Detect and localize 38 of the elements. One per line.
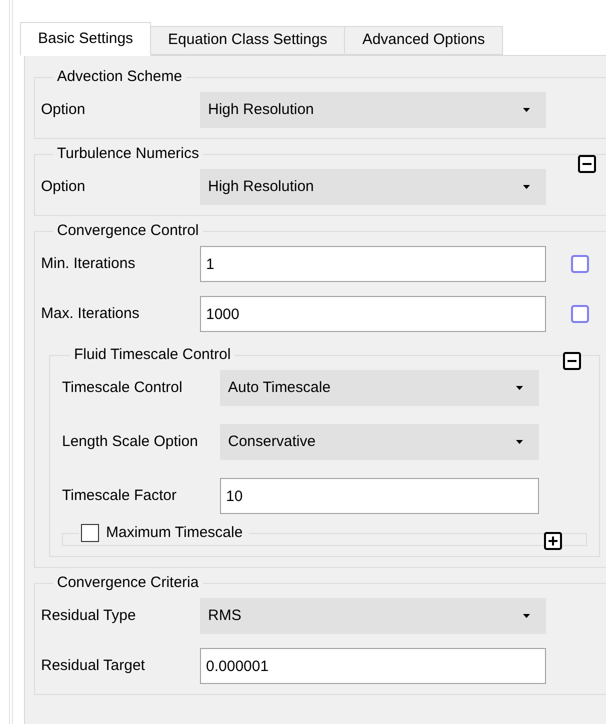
dropdown[interactable]: High Resolution	[200, 169, 546, 205]
tab[interactable]: Advanced Options	[344, 26, 503, 55]
tab[interactable]: Equation Class Settings	[150, 26, 346, 55]
group-title: Advection Scheme	[56, 68, 184, 86]
dropdown[interactable]: Conservative	[220, 424, 539, 460]
field-label: Option	[41, 178, 86, 196]
caret-icon	[523, 185, 530, 189]
collapse-icon[interactable]	[563, 352, 581, 370]
tab[interactable]: Basic Settings	[20, 22, 152, 56]
caret-icon	[516, 440, 523, 444]
checkbox[interactable]	[571, 255, 589, 273]
caret-icon	[523, 108, 530, 112]
collapse-icon[interactable]	[578, 155, 596, 173]
field-label: Residual Target	[41, 657, 146, 675]
group-title: Fluid Timescale Control	[73, 346, 232, 364]
dropdown[interactable]: Auto Timescale	[220, 370, 539, 406]
dropdown[interactable]: RMS	[200, 598, 546, 634]
input-field[interactable]: 1	[200, 246, 546, 282]
checkbox[interactable]	[571, 305, 589, 323]
field-label: Max. Iterations	[41, 305, 140, 323]
field-label: Timescale Factor	[62, 487, 178, 505]
group-title: Convergence Control	[56, 222, 200, 240]
caret-icon	[523, 614, 530, 618]
checkbox[interactable]	[81, 524, 99, 542]
input-field[interactable]: 0.000001	[200, 648, 546, 684]
field-label: Timescale Control	[62, 379, 184, 397]
field-label: Option	[41, 101, 86, 119]
caret-icon	[516, 386, 523, 390]
input-field[interactable]: 1000	[200, 296, 546, 332]
field-label: Min. Iterations	[41, 255, 136, 273]
input-field[interactable]: 10	[220, 478, 539, 514]
dropdown[interactable]: High Resolution	[200, 92, 546, 128]
group-title: Turbulence Numerics	[56, 145, 200, 163]
expand-icon[interactable]	[544, 532, 562, 550]
group-title: Convergence Criteria	[56, 574, 200, 592]
field-label: Residual Type	[41, 607, 137, 625]
field-label: Length Scale Option	[62, 433, 199, 451]
checkbox-label: Maximum Timescale	[106, 524, 244, 542]
